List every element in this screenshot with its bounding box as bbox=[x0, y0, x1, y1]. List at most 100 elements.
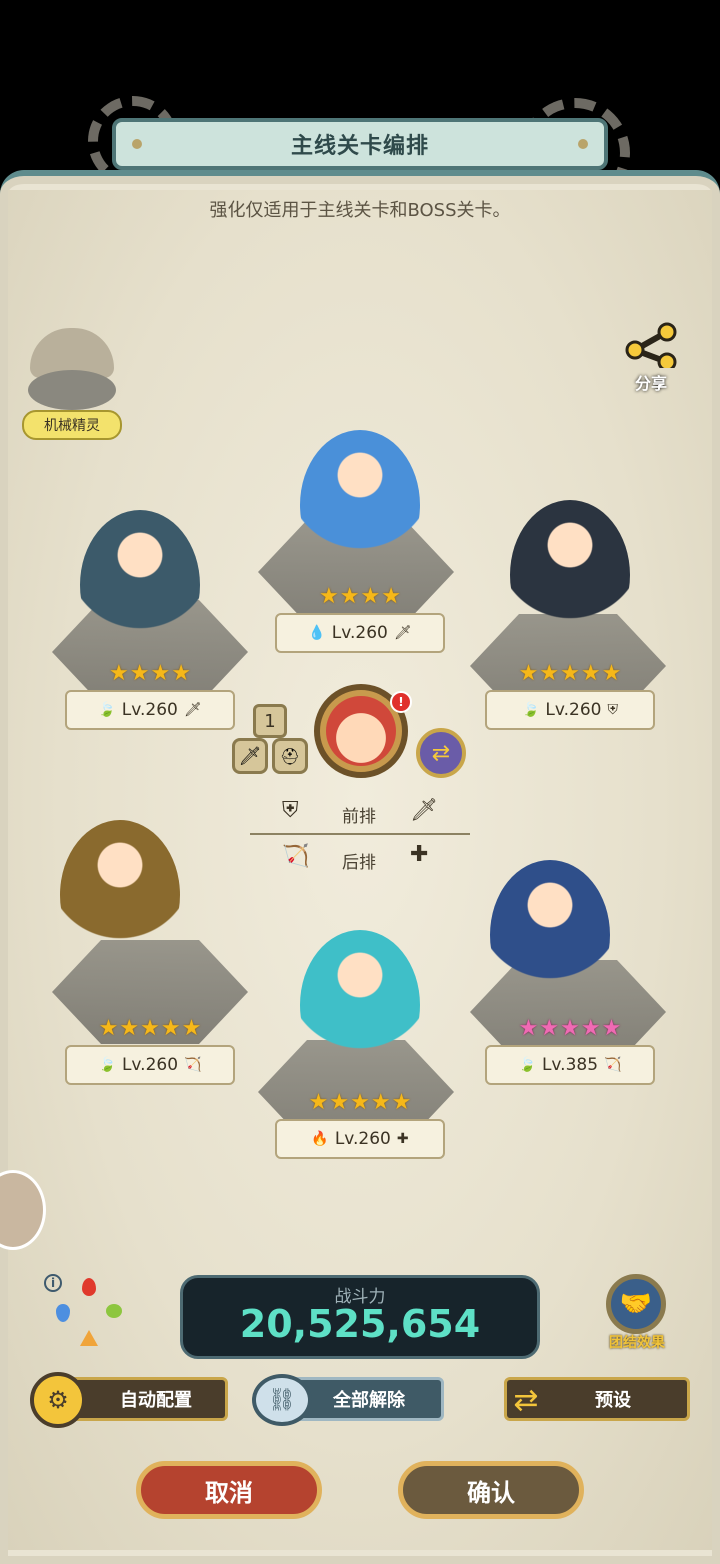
star-icon: ★ bbox=[518, 661, 539, 686]
hero-level: Lv.260 bbox=[331, 623, 388, 643]
star-icon: ★ bbox=[601, 1016, 622, 1041]
star-icon: ★ bbox=[391, 1090, 412, 1115]
back-row-label: 后排 bbox=[342, 853, 376, 873]
star-icon: ★ bbox=[140, 1016, 160, 1041]
hero-star-rating: ★ ★ ★ ★ ★ bbox=[485, 1017, 655, 1041]
hero-level: Lv.260 bbox=[121, 1055, 179, 1075]
spirit-label: 机械精灵 bbox=[22, 410, 122, 440]
hero-sprite[interactable] bbox=[510, 500, 630, 650]
sword-icon: 🗡 bbox=[238, 745, 262, 767]
wind-icon: 🍃 bbox=[521, 702, 540, 718]
skill-helmet-hex[interactable]: ⛑ bbox=[272, 738, 308, 774]
hero-level: Lv.260 bbox=[121, 700, 178, 720]
hero-star-rating: ★ ★ ★ ★ ★ bbox=[65, 1017, 235, 1041]
bow-icon: 🏹 bbox=[184, 1057, 202, 1073]
shield-icon: ⛨ bbox=[607, 702, 619, 718]
swap-leader-button[interactable]: ⇄ bbox=[416, 728, 466, 778]
hero-star-rating: ★ ★ ★ ★ bbox=[275, 585, 445, 609]
subtitle: 强化仅适用于主线关卡和BOSS关卡。 bbox=[209, 200, 511, 221]
water-element-icon bbox=[56, 1304, 70, 1322]
sword-icon: 🗡 bbox=[393, 625, 412, 641]
star-icon: ★ bbox=[109, 661, 129, 686]
hero-star-rating: ★ ★ ★ ★ ★ bbox=[275, 1091, 445, 1115]
preset-label: 预设 bbox=[595, 1390, 631, 1411]
bow-icon: 🏹 bbox=[604, 1057, 622, 1073]
leader-avatar bbox=[326, 696, 396, 766]
cancel-button[interactable]: 取消 bbox=[136, 1461, 322, 1519]
clear-all-label: 全部解除 bbox=[333, 1390, 405, 1411]
hero-sprite[interactable] bbox=[60, 820, 180, 970]
wind-icon: 🍃 bbox=[98, 1057, 116, 1073]
hero-sprite[interactable] bbox=[490, 860, 610, 1010]
hero-level: Lv.260 bbox=[334, 1129, 391, 1149]
row-divider bbox=[250, 833, 470, 835]
share-label: 分享 bbox=[634, 374, 667, 393]
hero-level: Lv.385 bbox=[541, 1055, 599, 1075]
star-icon: ★ bbox=[560, 1016, 580, 1041]
star-icon: ★ bbox=[171, 661, 191, 686]
element-wheel[interactable]: i bbox=[44, 1270, 128, 1354]
sword-icon: 🗡 bbox=[410, 798, 438, 823]
healer-icon: ✚ bbox=[396, 1131, 409, 1147]
page-title: 主线关卡编排 bbox=[290, 134, 429, 159]
star-icon: ★ bbox=[601, 661, 622, 686]
hero-level-card: 🍃 Lv.260 🏹 bbox=[65, 1045, 235, 1085]
star-icon: ★ bbox=[580, 661, 601, 686]
star-icon: ★ bbox=[181, 1016, 202, 1041]
hero-level-card: 🍃 Lv.260 ⛨ bbox=[485, 690, 655, 730]
star-icon: ★ bbox=[360, 584, 381, 609]
auto-config-label: 自动配置 bbox=[120, 1390, 192, 1411]
hero-level-card: 🍃 Lv.385 🏹 bbox=[485, 1045, 655, 1085]
handshake-icon: 🤝 bbox=[606, 1274, 666, 1334]
skill-sword-hex[interactable]: 🗡 bbox=[232, 738, 268, 774]
title-rivet-left bbox=[132, 139, 142, 149]
hero-level: Lv.260 bbox=[545, 700, 602, 720]
unlink-icon: ⛓ bbox=[252, 1374, 312, 1426]
star-icon: ★ bbox=[150, 661, 171, 686]
front-row-label: 前排 bbox=[342, 807, 376, 827]
star-icon: ★ bbox=[329, 1090, 350, 1115]
hero-level-card: 🔥 Lv.260 ✚ bbox=[275, 1119, 445, 1159]
star-icon: ★ bbox=[539, 1016, 560, 1041]
shield-icon: ⛨ bbox=[282, 798, 299, 823]
share-icon bbox=[625, 322, 677, 368]
star-icon: ★ bbox=[98, 1016, 119, 1041]
title-bar: 主线关卡编排 bbox=[112, 118, 608, 170]
helmet-icon: ⛑ bbox=[279, 746, 301, 766]
hero-star-rating: ★ ★ ★ ★ bbox=[65, 662, 235, 686]
confirm-button[interactable]: 确认 bbox=[398, 1461, 584, 1519]
team-effect-label: 团结效果 bbox=[609, 1335, 665, 1351]
star-icon: ★ bbox=[539, 661, 560, 686]
gear-icon: ⚙ bbox=[30, 1372, 86, 1428]
team-effect-button[interactable]: 🤝 团结效果 bbox=[602, 1274, 672, 1354]
wind-icon: 🍃 bbox=[98, 702, 116, 718]
hero-sprite[interactable] bbox=[300, 430, 420, 580]
star-icon: ★ bbox=[160, 1016, 181, 1041]
bow-icon: 🏹 bbox=[282, 844, 310, 869]
earth-element-icon bbox=[80, 1330, 98, 1346]
hero-level-card: 🍃 Lv.260 🗡 bbox=[65, 690, 235, 730]
hero-sprite[interactable] bbox=[80, 510, 200, 660]
star-icon: ★ bbox=[370, 1090, 391, 1115]
wind-icon: 🍃 bbox=[518, 1057, 536, 1073]
healer-icon: ✚ bbox=[410, 842, 429, 867]
cancel-label: 取消 bbox=[205, 1478, 253, 1507]
spirit-base bbox=[28, 370, 116, 410]
swap-icon: ⇄ bbox=[431, 740, 451, 766]
hero-star-rating: ★ ★ ★ ★ ★ bbox=[485, 662, 655, 686]
sword-icon: 🗡 bbox=[183, 702, 202, 718]
star-icon: ★ bbox=[129, 661, 150, 686]
swap-arrows-icon: ⇄ bbox=[513, 1382, 539, 1418]
wind-element-icon bbox=[106, 1304, 122, 1318]
hero-sprite[interactable] bbox=[300, 930, 420, 1080]
leader-slot-number: 1 bbox=[253, 704, 287, 738]
spirit-slot[interactable] bbox=[22, 320, 122, 412]
info-icon[interactable]: i bbox=[44, 1274, 62, 1292]
combat-power-value: 20,525,654 bbox=[239, 1302, 481, 1346]
star-icon: ★ bbox=[339, 584, 360, 609]
star-icon: ★ bbox=[308, 1090, 329, 1115]
confirm-label: 确认 bbox=[467, 1478, 515, 1507]
share-button[interactable]: 分享 bbox=[616, 322, 686, 394]
star-icon: ★ bbox=[319, 584, 339, 609]
fire-icon: 🔥 bbox=[311, 1131, 329, 1147]
